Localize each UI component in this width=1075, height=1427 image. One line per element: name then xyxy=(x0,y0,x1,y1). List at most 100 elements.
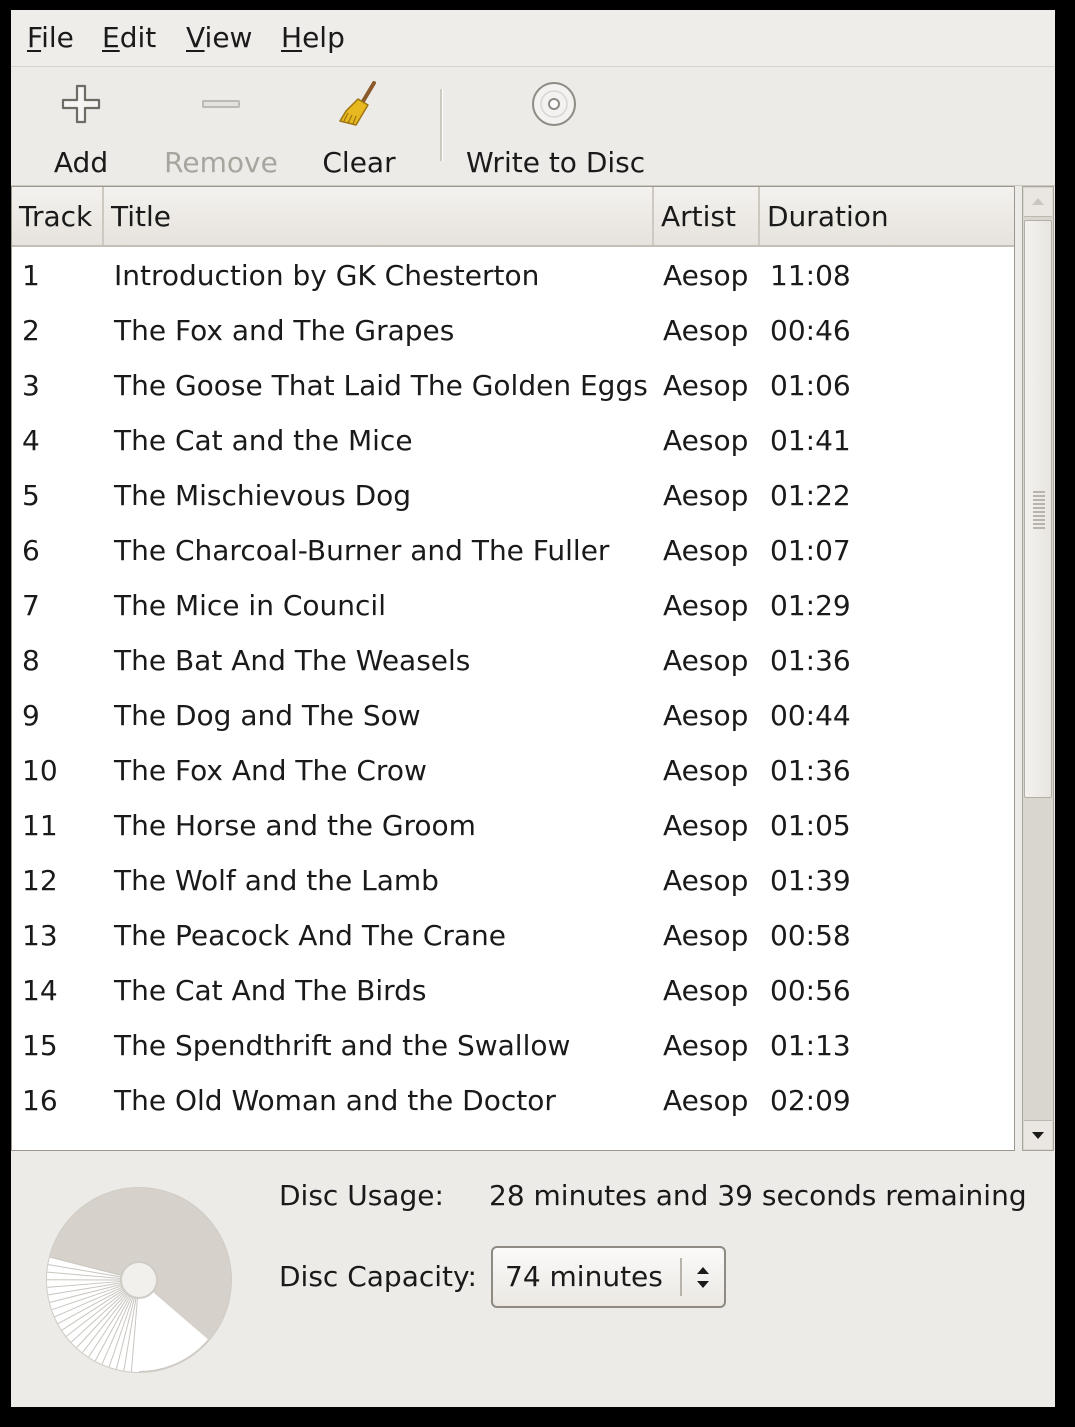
track-title: The Wolf and the Lamb xyxy=(114,864,439,897)
track-title: The Mischievous Dog xyxy=(114,479,412,512)
toolbar-separator xyxy=(440,89,443,161)
column-header-title[interactable]: Title xyxy=(104,187,654,245)
track-title: The Cat And The Birds xyxy=(114,974,427,1007)
add-label: Add xyxy=(53,146,109,179)
track-number: 11 xyxy=(22,809,58,842)
track-artist: Aesop xyxy=(663,644,749,677)
table-row[interactable]: 9 The Dog and The Sow Aesop 00:44 xyxy=(12,687,1014,742)
track-artist: Aesop xyxy=(663,1029,749,1062)
disc-usage-chart xyxy=(46,1187,232,1373)
track-artist: Aesop xyxy=(663,1084,749,1117)
track-duration: 01:13 xyxy=(770,1029,851,1062)
track-title: The Old Woman and the Doctor xyxy=(114,1084,556,1117)
toolbar: Add Remove Clear Write to Disc xyxy=(11,67,1055,186)
track-number: 15 xyxy=(22,1029,58,1062)
table-row[interactable]: 3 The Goose That Laid The Golden Eggs Aeso… xyxy=(12,357,1014,412)
track-duration: 02:09 xyxy=(770,1084,851,1117)
track-list[interactable]: Track Title Artist Duration 1 Introductio… xyxy=(11,186,1015,1151)
track-number: 6 xyxy=(22,534,40,567)
track-duration: 01:41 xyxy=(770,424,851,457)
track-duration: 00:44 xyxy=(770,699,851,732)
track-title: The Horse and the Groom xyxy=(114,809,476,842)
track-number: 4 xyxy=(22,424,40,457)
table-row[interactable]: 2 The Fox and The Grapes Aesop 00:46 xyxy=(12,302,1014,357)
table-row[interactable]: 10 The Fox And The Crow Aesop 01:36 xyxy=(12,742,1014,797)
track-duration: 01:36 xyxy=(770,754,851,787)
track-number: 10 xyxy=(22,754,58,787)
track-title: The Fox and The Grapes xyxy=(114,314,455,347)
scroll-up-button[interactable] xyxy=(1024,188,1052,217)
table-row[interactable]: 8 The Bat And The Weasels Aesop 01:36 xyxy=(12,632,1014,687)
track-artist: Aesop xyxy=(663,699,749,732)
table-row[interactable]: 6 The Charcoal-Burner and The Fuller Aesop… xyxy=(12,522,1014,577)
table-row[interactable]: 7 The Mice in Council Aesop 01:29 xyxy=(12,577,1014,632)
menubar: File Edit View Help xyxy=(11,10,1055,67)
add-button[interactable]: Add xyxy=(41,81,121,181)
track-title: The Charcoal-Burner and The Fuller xyxy=(114,534,610,567)
track-duration: 00:56 xyxy=(770,974,851,1007)
track-number: 8 xyxy=(22,644,40,677)
table-row[interactable]: 5 The Mischievous Dog Aesop 01:22 xyxy=(12,467,1014,522)
track-artist: Aesop xyxy=(663,754,749,787)
track-duration: 00:46 xyxy=(770,314,851,347)
table-row[interactable]: 14 The Cat And The Birds Aesop 00:56 xyxy=(12,962,1014,1017)
track-title: The Peacock And The Crane xyxy=(114,919,507,952)
track-duration: 01:07 xyxy=(770,534,851,567)
track-artist: Aesop xyxy=(663,479,749,512)
table-row[interactable]: 15 The Spendthrift and the Swallow Aesop 01… xyxy=(12,1017,1014,1072)
column-header-artist[interactable]: Artist xyxy=(654,187,760,245)
track-artist: Aesop xyxy=(663,424,749,457)
track-artist: Aesop xyxy=(663,589,749,622)
track-duration: 01:36 xyxy=(770,644,851,677)
table-row[interactable]: 11 The Horse and the Groom Aesop 01:05 xyxy=(12,797,1014,852)
scroll-thumb[interactable] xyxy=(1024,220,1052,798)
track-duration: 01:05 xyxy=(770,809,851,842)
track-number: 14 xyxy=(22,974,58,1007)
track-number: 5 xyxy=(22,479,40,512)
disc-capacity-value: 74 minutes xyxy=(505,1260,663,1293)
table-row[interactable]: 4 The Cat and the Mice Aesop 01:41 xyxy=(12,412,1014,467)
minus-icon xyxy=(202,100,240,108)
column-header-duration[interactable]: Duration xyxy=(760,187,1014,245)
table-row[interactable]: 12 The Wolf and the Lamb Aesop 01:39 xyxy=(12,852,1014,907)
track-title: The Bat And The Weasels xyxy=(114,644,471,677)
track-artist: Aesop xyxy=(663,919,749,952)
clear-button[interactable]: Clear xyxy=(319,81,399,181)
scroll-down-button[interactable] xyxy=(1024,1120,1052,1149)
broom-icon xyxy=(339,81,376,126)
track-artist: Aesop xyxy=(663,534,749,567)
arrow-down-icon xyxy=(1032,1132,1044,1139)
write-to-disc-label: Write to Disc xyxy=(466,146,646,179)
track-artist: Aesop xyxy=(663,809,749,842)
disc-capacity-select[interactable]: 74 minutes xyxy=(491,1246,726,1308)
track-artist: Aesop xyxy=(663,864,749,897)
track-artist: Aesop xyxy=(663,259,749,292)
track-duration: 01:22 xyxy=(770,479,851,512)
track-duration: 01:39 xyxy=(770,864,851,897)
column-headers: Track Title Artist Duration xyxy=(12,187,1014,247)
audio-cd-window: File Edit View Help Add Remove Clear Wri… xyxy=(11,10,1055,1407)
menu-view[interactable]: View xyxy=(186,22,252,54)
track-artist: Aesop xyxy=(663,974,749,1007)
menu-file[interactable]: File xyxy=(27,22,74,54)
arrow-up-icon xyxy=(1032,198,1044,205)
write-to-disc-button[interactable]: Write to Disc xyxy=(466,81,646,181)
track-title: The Fox And The Crow xyxy=(114,754,427,787)
menu-edit[interactable]: Edit xyxy=(102,22,156,54)
vertical-scrollbar[interactable] xyxy=(1022,186,1054,1151)
track-artist: Aesop xyxy=(663,369,749,402)
track-number: 3 xyxy=(22,369,40,402)
remove-button[interactable]: Remove xyxy=(161,81,281,181)
table-row[interactable]: 16 The Old Woman and the Doctor Aesop 02:09 xyxy=(12,1072,1014,1127)
track-number: 12 xyxy=(22,864,58,897)
track-number: 7 xyxy=(22,589,40,622)
table-row[interactable]: 1 Introduction by GK Chesterton Aesop 11:08 xyxy=(12,247,1014,302)
track-title: The Goose That Laid The Golden Eggs xyxy=(114,369,648,402)
track-title: The Spendthrift and the Swallow xyxy=(114,1029,571,1062)
remove-label: Remove xyxy=(164,146,278,179)
updown-arrows-icon xyxy=(697,1267,709,1288)
menu-help[interactable]: Help xyxy=(281,22,345,54)
track-duration: 01:06 xyxy=(770,369,851,402)
column-header-track[interactable]: Track xyxy=(12,187,104,245)
table-row[interactable]: 13 The Peacock And The Crane Aesop 00:58 xyxy=(12,907,1014,962)
